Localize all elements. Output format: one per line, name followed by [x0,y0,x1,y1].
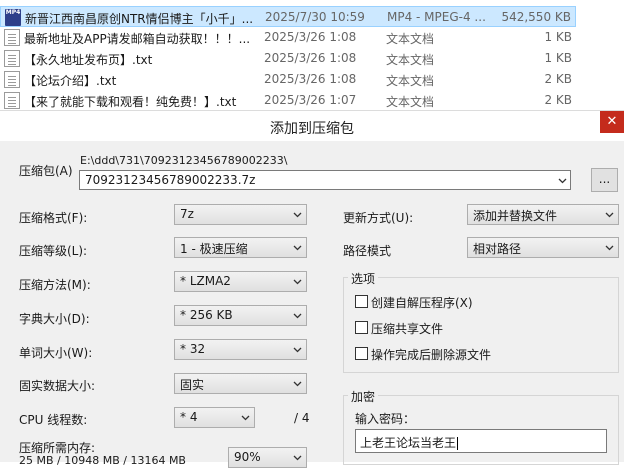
chevron-down-icon [293,311,302,320]
file-list: MP4 新晋江西南昌原创NTR情侣博主「小千」... 2025/7/30 10:… [0,0,624,110]
file-name: 【永久地址发布页】.txt [24,53,153,67]
level-label: 压缩等级(L): [19,244,88,258]
file-size: 1 KB [544,51,572,65]
archive-name-input[interactable]: 70923123456789002233.7z [79,170,571,190]
cpu-threads-value: * 4 [180,410,198,424]
add-to-archive-dialog: 添加到压缩包 ✕ 压缩包(A) E:\ddd\731\7092312345678… [0,110,624,468]
path-mode-select[interactable]: 相对路径 [467,237,619,258]
cpu-threads-max: / 4 [294,411,310,425]
chevron-down-icon [293,379,302,388]
format-select[interactable]: 7z [174,204,307,225]
level-value: 1 - 极速压缩 [180,242,248,256]
memory-usage-value: 90% [234,450,261,464]
file-row[interactable]: 【论坛介绍】.txt 2025/3/26 1:08 文本文档 2 KB [0,69,576,90]
word-size-value: * 32 [180,342,206,356]
encryption-group-title: 加密 [348,388,379,405]
delete-after-checkbox[interactable] [355,347,368,360]
cpu-threads-label: CPU 线程数: [19,413,88,427]
password-label: 输入密码： [355,412,416,426]
solid-block-label: 固实数据大小: [19,379,96,393]
format-label: 压缩格式(F): [19,211,88,225]
dialog-titlebar: 添加到压缩包 ✕ [0,111,624,141]
file-date: 2025/3/26 1:08 [264,30,357,44]
file-name: 【来了就能下载和观看！纯免费！】.txt [24,95,237,109]
file-size: 542,550 KB [501,10,571,24]
sfx-checkbox[interactable] [355,295,368,308]
archive-label: 压缩包(A) [19,164,73,178]
file-name: 最新地址及APP请发邮箱自动获取！！！... [24,32,251,46]
browse-button[interactable]: ... [591,168,618,192]
update-mode-label: 更新方式(U): [343,211,414,225]
file-date: 2025/3/26 1:08 [264,51,357,65]
text-file-icon [4,92,20,109]
text-caret [457,437,459,450]
mp4-file-icon: MP4 [5,9,21,26]
sfx-checkbox-label[interactable]: 创建自解压程序(X) [371,294,473,311]
file-size: 2 KB [544,72,572,86]
chevron-down-icon [605,243,614,252]
cpu-threads-select[interactable]: * 4 [174,407,255,428]
method-label: 压缩方法(M): [19,278,91,292]
level-select[interactable]: 1 - 极速压缩 [174,237,307,258]
file-date: 2025/3/26 1:08 [264,72,357,86]
solid-block-select[interactable]: 固实 [174,373,307,394]
path-mode-label: 路径模式 [343,244,392,258]
word-size-label: 单词大小(W): [19,346,93,360]
file-row[interactable]: 最新地址及APP请发邮箱自动获取！！！... 2025/3/26 1:08 文本… [0,27,576,48]
method-select[interactable]: * LZMA2 [174,271,307,292]
memory-usage-select[interactable]: 90% [228,447,307,468]
file-row[interactable]: 【来了就能下载和观看！纯免费！】.txt 2025/3/26 1:07 文本文档… [0,90,576,111]
chevron-down-icon[interactable] [558,176,567,185]
file-type: MP4 - MPEG-4 ... [387,10,486,24]
mp4-icon-label: MP4 [5,9,21,16]
chevron-down-icon [293,210,302,219]
shared-files-checkbox[interactable] [355,321,368,334]
file-date: 2025/7/30 10:59 [265,10,365,24]
close-button[interactable]: ✕ [600,111,624,133]
chevron-down-icon [293,345,302,354]
password-input[interactable]: 上老王论坛当老王 [355,429,607,453]
dialog-title: 添加到压缩包 [270,121,354,137]
file-type: 文本文档 [386,95,435,109]
dictionary-select[interactable]: * 256 KB [174,305,307,326]
file-date: 2025/3/26 1:07 [264,93,357,107]
file-size: 2 KB [544,93,572,107]
update-mode-select[interactable]: 添加并替换文件 [467,204,619,225]
file-type: 文本文档 [386,53,435,67]
file-row[interactable]: MP4 新晋江西南昌原创NTR情侣博主「小千」... 2025/7/30 10:… [0,6,576,27]
dictionary-value: * 256 KB [180,308,233,322]
update-mode-value: 添加并替换文件 [473,209,558,223]
delete-after-checkbox-label[interactable]: 操作完成后删除源文件 [371,346,491,363]
dictionary-label: 字典大小(D): [19,312,90,326]
file-type: 文本文档 [386,74,435,88]
shared-files-checkbox-label[interactable]: 压缩共享文件 [371,320,443,337]
chevron-down-icon [293,243,302,252]
file-size: 1 KB [544,30,572,44]
file-name: 【论坛介绍】.txt [24,74,117,88]
archive-path: E:\ddd\731\70923123456789002233\ [80,154,288,167]
file-type: 文本文档 [386,32,435,46]
file-row[interactable]: 【永久地址发布页】.txt 2025/3/26 1:08 文本文档 1 KB [0,48,576,69]
password-text: 上老王论坛当老王 [360,436,457,450]
chevron-down-icon [605,210,614,219]
file-name: 新晋江西南昌原创NTR情侣博主「小千」... [25,12,254,26]
path-mode-value: 相对路径 [473,242,522,256]
text-file-icon [4,71,20,88]
options-group-title: 选项 [348,270,379,287]
format-value: 7z [180,207,194,221]
word-size-select[interactable]: * 32 [174,339,307,360]
text-file-icon [4,50,20,67]
chevron-down-icon [293,277,302,286]
text-file-icon [4,29,20,46]
solid-block-value: 固实 [180,378,205,392]
password-value: 上老王论坛当老王 [360,434,459,451]
archive-name-value: 70923123456789002233.7z [85,173,256,187]
chevron-down-icon [241,413,250,422]
method-value: * LZMA2 [180,274,231,288]
